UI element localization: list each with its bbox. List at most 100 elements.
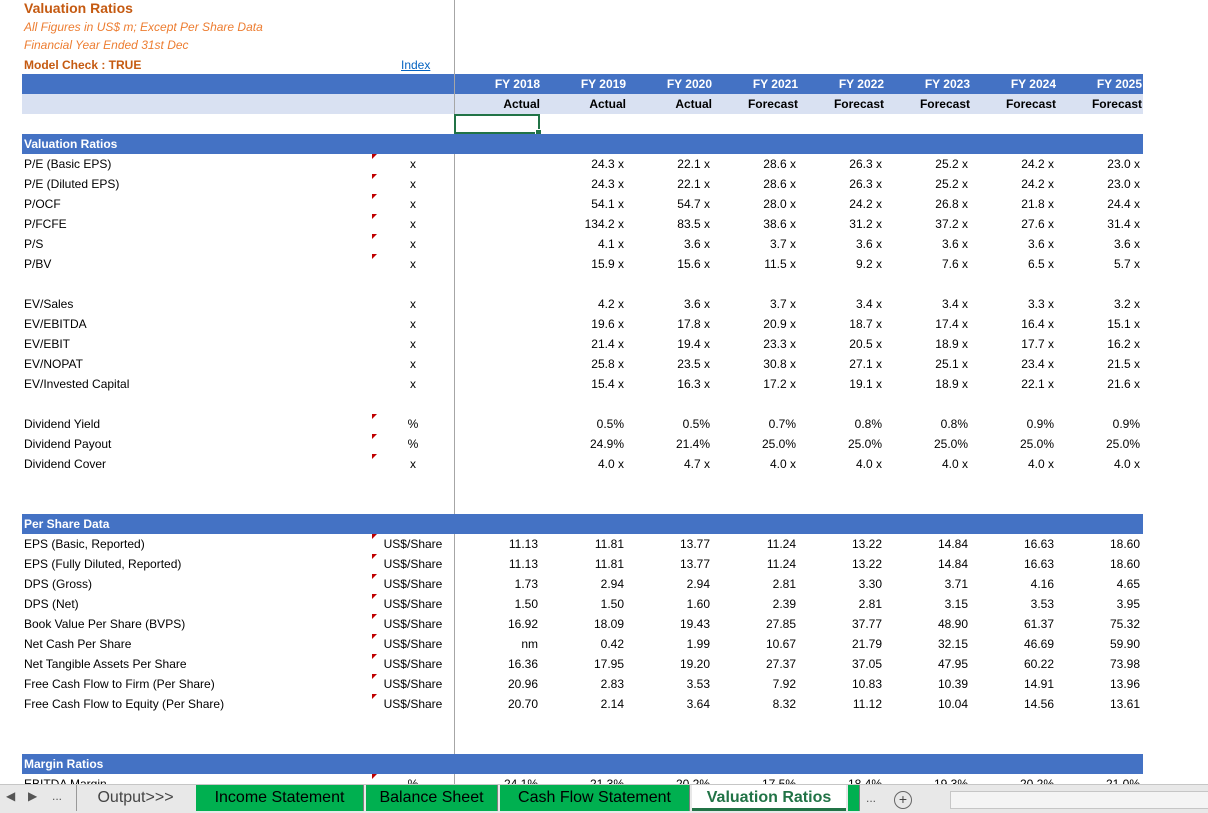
value-cell[interactable]: 0.5% [544,417,624,431]
value-cell[interactable]: 37.2 x [888,217,968,231]
value-cell[interactable]: 25.2 x [888,157,968,171]
row-label[interactable]: EV/EBIT [24,337,70,351]
value-cell[interactable]: 23.3 x [716,337,796,351]
value-cell[interactable]: 19.4 x [630,337,710,351]
comment-indicator-icon[interactable] [372,174,377,179]
index-link[interactable]: Index [401,58,430,72]
value-cell[interactable]: 10.83 [802,677,882,691]
value-cell[interactable]: 24.2 x [802,197,882,211]
value-cell[interactable]: 11.81 [544,537,624,551]
row-unit[interactable]: x [380,337,446,351]
value-cell[interactable]: 23.4 x [974,357,1054,371]
value-cell[interactable]: 16.2 x [1060,337,1140,351]
value-cell[interactable]: 11.12 [802,697,882,711]
value-cell[interactable]: 26.3 x [802,157,882,171]
value-cell[interactable]: 3.6 x [630,237,710,251]
value-cell[interactable]: 17.95 [544,657,624,671]
row-label[interactable]: Dividend Yield [24,417,100,431]
value-cell[interactable]: 13.77 [630,537,710,551]
value-cell[interactable]: 11.24 [716,557,796,571]
value-cell[interactable]: 4.2 x [544,297,624,311]
value-cell[interactable]: 18.7 x [802,317,882,331]
row-label[interactable]: Free Cash Flow to Equity (Per Share) [24,697,224,711]
row-label[interactable]: Dividend Cover [24,457,106,471]
value-cell[interactable]: 11.5 x [716,257,796,271]
value-cell[interactable]: 21.79 [802,637,882,651]
value-cell[interactable]: 10.67 [716,637,796,651]
value-cell[interactable]: 20.9 x [716,317,796,331]
value-cell[interactable]: 10.04 [888,697,968,711]
value-cell[interactable]: 11.13 [458,557,538,571]
value-cell[interactable]: 19.1 x [802,377,882,391]
value-cell[interactable]: 20.2% [630,777,710,784]
comment-indicator-icon[interactable] [372,674,377,679]
value-cell[interactable]: 21.6 x [1060,377,1140,391]
horizontal-scrollbar[interactable] [950,791,1208,809]
value-cell[interactable]: 18.4% [802,777,882,784]
value-cell[interactable]: 23.0 x [1060,177,1140,191]
value-cell[interactable]: 14.84 [888,537,968,551]
value-cell[interactable]: 2.83 [544,677,624,691]
value-cell[interactable]: 20.70 [458,697,538,711]
value-cell[interactable]: 3.71 [888,577,968,591]
value-cell[interactable]: 4.0 x [544,457,624,471]
value-cell[interactable]: 4.0 x [802,457,882,471]
value-cell[interactable]: 47.95 [888,657,968,671]
value-cell[interactable]: 25.0% [888,437,968,451]
value-cell[interactable]: 16.92 [458,617,538,631]
row-unit[interactable]: US$/Share [380,577,446,591]
row-unit[interactable]: x [380,257,446,271]
value-cell[interactable]: 2.81 [802,597,882,611]
comment-indicator-icon[interactable] [372,534,377,539]
value-cell[interactable]: 15.4 x [544,377,624,391]
row-unit[interactable]: US$/Share [380,537,446,551]
row-unit[interactable]: % [380,437,446,451]
value-cell[interactable]: 59.90 [1060,637,1140,651]
comment-indicator-icon[interactable] [372,654,377,659]
comment-indicator-icon[interactable] [372,634,377,639]
value-cell[interactable]: 17.7 x [974,337,1054,351]
value-cell[interactable]: 25.0% [974,437,1054,451]
value-cell[interactable]: 18.9 x [888,337,968,351]
value-cell[interactable]: 21.4% [630,437,710,451]
value-cell[interactable]: 7.92 [716,677,796,691]
row-label[interactable]: P/E (Diluted EPS) [24,177,119,191]
value-cell[interactable]: 28.6 x [716,177,796,191]
selected-cell[interactable] [454,114,542,136]
add-sheet-icon[interactable]: + [894,791,912,809]
comment-indicator-icon[interactable] [372,154,377,159]
value-cell[interactable]: 18.60 [1060,557,1140,571]
value-cell[interactable]: 3.7 x [716,237,796,251]
value-cell[interactable]: 24.3 x [544,177,624,191]
row-unit[interactable]: US$/Share [380,657,446,671]
value-cell[interactable]: 14.84 [888,557,968,571]
value-cell[interactable]: 31.2 x [802,217,882,231]
value-cell[interactable]: 16.63 [974,557,1054,571]
row-unit[interactable]: US$/Share [380,557,446,571]
value-cell[interactable]: 11.81 [544,557,624,571]
value-cell[interactable]: 21.4 x [544,337,624,351]
value-cell[interactable]: 3.2 x [1060,297,1140,311]
value-cell[interactable]: 73.98 [1060,657,1140,671]
row-unit[interactable]: % [380,417,446,431]
value-cell[interactable]: 22.1 x [974,377,1054,391]
row-label[interactable]: EV/EBITDA [24,317,87,331]
value-cell[interactable]: 17.4 x [888,317,968,331]
comment-indicator-icon[interactable] [372,574,377,579]
value-cell[interactable]: 3.6 x [974,237,1054,251]
value-cell[interactable]: 10.39 [888,677,968,691]
value-cell[interactable]: 19.20 [630,657,710,671]
value-cell[interactable]: 0.42 [544,637,624,651]
value-cell[interactable]: 22.1 x [630,177,710,191]
tab-cash-flow-statement[interactable]: Cash Flow Statement [500,785,690,811]
value-cell[interactable]: 19.6 x [544,317,624,331]
value-cell[interactable]: 0.8% [802,417,882,431]
value-cell[interactable]: 14.91 [974,677,1054,691]
value-cell[interactable]: 20.5 x [802,337,882,351]
value-cell[interactable]: 1.73 [458,577,538,591]
row-label[interactable]: EV/NOPAT [24,357,83,371]
value-cell[interactable]: 21.8 x [974,197,1054,211]
value-cell[interactable]: 15.6 x [630,257,710,271]
value-cell[interactable]: 13.96 [1060,677,1140,691]
value-cell[interactable]: 46.69 [974,637,1054,651]
